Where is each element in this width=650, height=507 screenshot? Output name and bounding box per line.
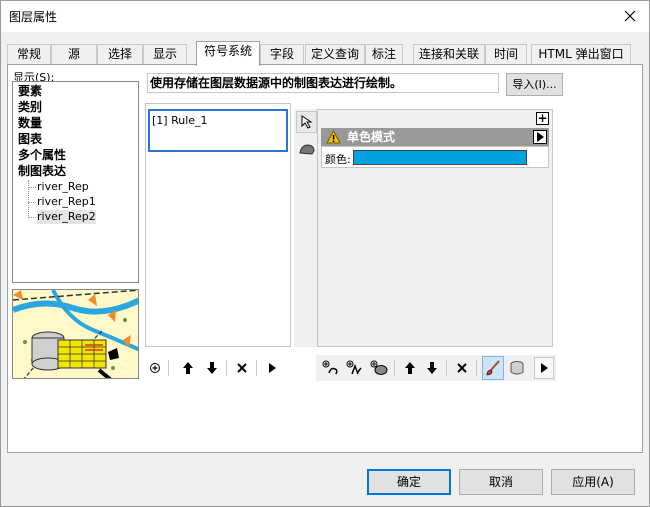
tree-connector xyxy=(28,202,36,203)
geometric-effect-icon xyxy=(346,360,362,375)
layer-header: 单色模式 xyxy=(321,128,549,146)
arrow-up-icon xyxy=(183,362,193,374)
tree-connector xyxy=(28,187,36,188)
arrow-down-icon xyxy=(207,362,217,374)
select-cursor-icon xyxy=(301,115,313,129)
tree-child-river-rep1[interactable]: river_Rep1 xyxy=(37,195,96,209)
delete-x-icon xyxy=(457,363,467,373)
tab-strip: 常规 源 选择 显示 符号系统 字段 定义查询 标注 连接和关联 时间 HTML… xyxy=(7,41,643,66)
database-icon xyxy=(510,361,524,375)
arrow-down-icon xyxy=(427,362,437,374)
add-marker-placement-button[interactable] xyxy=(368,357,390,379)
triangle-right-icon xyxy=(269,363,276,373)
tree-connector xyxy=(28,180,29,218)
polygon-shape-icon xyxy=(298,144,315,155)
layer-title: 单色模式 xyxy=(347,130,396,144)
color-swatch[interactable] xyxy=(353,150,527,165)
tree-item-charts[interactable]: 图表 xyxy=(18,132,42,147)
marker-placement-icon xyxy=(370,360,388,375)
tree-child-river-rep2[interactable]: river_Rep2 xyxy=(37,210,96,224)
delete-layer-button[interactable] xyxy=(452,357,472,379)
tree-item-categories[interactable]: 类别 xyxy=(18,100,42,115)
tab-selection[interactable]: 选择 xyxy=(97,44,143,65)
layer-properties: + 单色模式 颜色: xyxy=(317,109,553,347)
layers-toolbar xyxy=(316,355,556,381)
color-label: 颜色: xyxy=(325,153,351,166)
tree-item-multiple-attributes[interactable]: 多个属性 xyxy=(18,148,66,163)
delete-x-icon xyxy=(237,363,247,373)
tab-display[interactable]: 显示 xyxy=(143,44,187,65)
description-text: 使用存储在图层数据源中的制图表达进行绘制。 xyxy=(147,73,499,93)
triangle-right-icon xyxy=(537,132,544,142)
tree-connector xyxy=(28,217,36,218)
tab-labels[interactable]: 标注 xyxy=(365,44,403,65)
tree-item-quantities[interactable]: 数量 xyxy=(18,116,42,131)
symbology-preview-image xyxy=(12,289,139,379)
toolbar-separator xyxy=(446,360,447,376)
toolbar-separator xyxy=(168,360,169,376)
layer-more-button[interactable] xyxy=(534,357,554,379)
tab-fields[interactable]: 字段 xyxy=(260,44,304,65)
arrow-up-icon xyxy=(405,362,415,374)
tab-source[interactable]: 源 xyxy=(51,44,97,65)
expand-plus-button[interactable]: + xyxy=(536,112,549,125)
close-button[interactable] xyxy=(617,4,643,28)
show-tree[interactable]: 要素 类别 数量 图表 多个属性 制图表达 river_Rep river_Re… xyxy=(12,81,139,283)
layer-properties-dialog: 图层属性 常规 源 选择 显示 符号系统 字段 定义查询 标注 连接和关联 时间… xyxy=(0,0,650,507)
plus-circle-icon xyxy=(150,363,160,373)
tab-html-popup[interactable]: HTML 弹出窗口 xyxy=(531,44,631,65)
rules-list[interactable]: [1] Rule_1 xyxy=(145,103,291,347)
window-title: 图层属性 xyxy=(9,10,58,24)
add-geometric-effect-button[interactable] xyxy=(344,357,366,379)
move-up-button[interactable] xyxy=(178,357,198,379)
add-layer-icon xyxy=(322,360,338,375)
title-bar: 图层属性 xyxy=(1,1,649,32)
toolbar-separator xyxy=(394,360,395,376)
brush-tool-button[interactable] xyxy=(482,356,504,380)
tab-time[interactable]: 时间 xyxy=(485,44,527,65)
rules-toolbar xyxy=(144,357,294,379)
shape-tool-button[interactable] xyxy=(296,138,317,160)
triangle-right-icon xyxy=(541,363,548,373)
rule-item[interactable]: [1] Rule_1 xyxy=(148,109,288,152)
layer-up-button[interactable] xyxy=(400,357,420,379)
tab-symbology[interactable]: 符号系统 xyxy=(196,41,260,66)
layer-menu-button[interactable] xyxy=(533,130,547,144)
color-row: 颜色: xyxy=(321,146,549,168)
toolbar-separator xyxy=(256,360,257,376)
tree-child-river-rep[interactable]: river_Rep xyxy=(37,180,89,194)
rule-more-button[interactable] xyxy=(262,357,282,379)
tab-joins-relates[interactable]: 连接和关联 xyxy=(413,44,485,65)
layer-down-button[interactable] xyxy=(422,357,442,379)
tab-definition-query[interactable]: 定义查询 xyxy=(305,44,365,65)
delete-rule-button[interactable] xyxy=(232,357,252,379)
toolbar-separator xyxy=(226,360,227,376)
import-button[interactable]: 导入(I)... xyxy=(506,73,563,96)
tree-item-representations[interactable]: 制图表达 xyxy=(18,164,66,179)
paint-brush-icon xyxy=(486,360,500,376)
ok-button[interactable]: 确定 xyxy=(367,469,451,495)
cancel-button[interactable]: 取消 xyxy=(459,469,543,495)
add-rule-button[interactable] xyxy=(146,357,164,379)
warning-icon xyxy=(326,130,341,144)
symbology-panel: 显示(S): 要素 类别 数量 图表 多个属性 制图表达 river_Rep r… xyxy=(7,64,643,453)
add-layer-button[interactable] xyxy=(320,357,342,379)
tree-item-features[interactable]: 要素 xyxy=(18,84,42,99)
close-icon xyxy=(624,10,636,22)
apply-button[interactable]: 应用(A) xyxy=(551,469,635,495)
toolbar-separator xyxy=(476,360,477,376)
tab-general[interactable]: 常规 xyxy=(7,44,51,65)
select-tool-button[interactable] xyxy=(296,111,317,133)
database-tool-button[interactable] xyxy=(506,357,528,379)
move-down-button[interactable] xyxy=(202,357,222,379)
